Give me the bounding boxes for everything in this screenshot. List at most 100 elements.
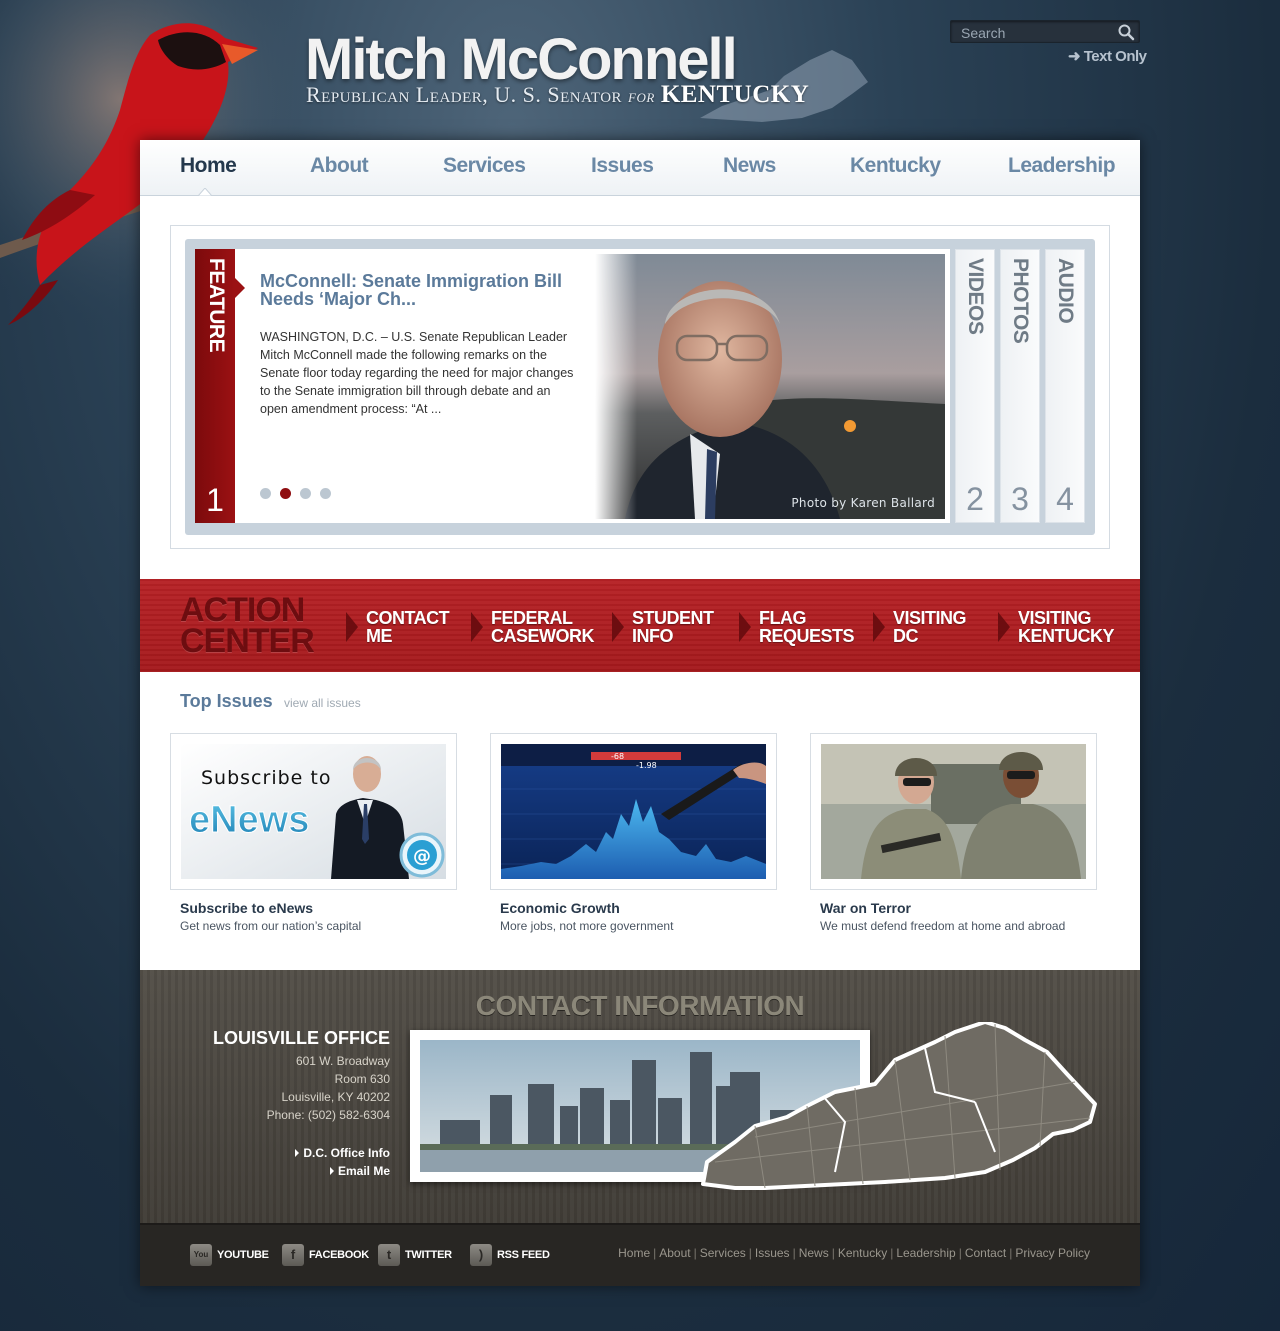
- footer-link-issues[interactable]: Issues: [755, 1246, 790, 1260]
- youtube-label: YOUTUBE: [217, 1249, 269, 1261]
- tab-videos[interactable]: VIDEOS 2: [955, 249, 995, 523]
- text-only-link[interactable]: ➜ Text Only: [1068, 47, 1147, 65]
- triangle-right-icon: [295, 1149, 300, 1157]
- slide-dot-3[interactable]: [300, 488, 311, 499]
- triangle-right-icon: [612, 612, 624, 642]
- nav-item-news[interactable]: News: [723, 154, 776, 178]
- facebook-label: FACEBOOK: [309, 1249, 369, 1261]
- action-link-line1: VISITING: [893, 608, 967, 628]
- feature-headline[interactable]: McConnell: Senate Immigration Bill Needs…: [260, 272, 580, 308]
- search-box: [950, 20, 1140, 43]
- tab-audio[interactable]: AUDIO 4: [1045, 249, 1085, 523]
- footer-link-contact[interactable]: Contact: [965, 1246, 1006, 1260]
- enews-image-line2: eNews: [189, 799, 309, 841]
- subtitle-for: for: [628, 86, 655, 107]
- arrow-right-icon: ➜: [1068, 48, 1084, 65]
- action-link-line1: CONTACT: [366, 608, 450, 628]
- separator: |: [792, 1246, 796, 1260]
- footer-link-about[interactable]: About: [659, 1246, 690, 1260]
- action-flag-requests[interactable]: FLAG REQUESTS: [759, 609, 855, 645]
- enews-image-line1: Subscribe to: [201, 767, 331, 789]
- action-link-line1: VISITING: [1018, 608, 1092, 628]
- issue-title-economic-growth[interactable]: Economic Growth: [500, 900, 620, 916]
- action-link-line2: INFO: [632, 626, 673, 646]
- nav-item-about[interactable]: About: [310, 154, 369, 178]
- footer-link-services[interactable]: Services: [700, 1246, 746, 1260]
- subtitle-state: KENTUCKY: [660, 81, 810, 108]
- tab-photos-number: 3: [1011, 481, 1029, 517]
- action-link-line2: ME: [366, 626, 393, 646]
- enews-image: Subscribe to eNews @: [181, 744, 446, 879]
- separator: |: [748, 1246, 752, 1260]
- tab-photos[interactable]: PHOTOS 3: [1000, 249, 1040, 523]
- footer-link-leadership[interactable]: Leadership: [896, 1246, 955, 1260]
- footer-link-news[interactable]: News: [799, 1246, 829, 1260]
- issue-title-war-on-terror[interactable]: War on Terror: [820, 900, 911, 916]
- action-link-line1: FEDERAL: [491, 608, 573, 628]
- slide-dot-1[interactable]: [260, 488, 271, 499]
- view-all-issues-link[interactable]: view all issues: [284, 696, 361, 710]
- rss-icon: ): [470, 1244, 492, 1266]
- action-contact-me[interactable]: CONTACT ME: [366, 608, 450, 646]
- slide-dot-2[interactable]: [280, 488, 291, 499]
- action-federal-casework[interactable]: FEDERAL CASEWORK: [491, 608, 595, 646]
- top-issues-heading: Top Issues: [180, 691, 273, 711]
- footer-link-kentucky[interactable]: Kentucky: [838, 1246, 887, 1260]
- feature-photo: Photo by Karen Ballard: [595, 254, 945, 519]
- issue-desc-enews: Get news from our nation’s capital: [180, 919, 362, 933]
- separator: |: [693, 1246, 697, 1260]
- issue-desc-economic-growth: More jobs, not more government: [500, 919, 674, 933]
- footer-links: Home | About | Services | Issues | News | Kentucky…: [618, 1246, 1090, 1260]
- nav-item-services[interactable]: Services: [443, 154, 526, 178]
- nav-item-leadership[interactable]: Leadership: [1008, 154, 1116, 178]
- action-visiting-dc[interactable]: VISITING DC: [893, 608, 967, 645]
- twitter-icon: t: [378, 1244, 400, 1266]
- action-link-line1: STUDENT: [632, 608, 714, 628]
- triangle-right-icon: [873, 612, 885, 642]
- action-student-info[interactable]: STUDENT INFO: [632, 609, 714, 645]
- issue-card-economic-growth[interactable]: -68 -1.98: [490, 733, 777, 890]
- active-nav-pointer-icon: [198, 188, 212, 196]
- office-address2: Room 630: [334, 1072, 390, 1086]
- separator: |: [1009, 1246, 1013, 1260]
- feature-summary: WASHINGTON, D.C. – U.S. Senate Republica…: [260, 330, 574, 416]
- main-nav: Home About Services Issues News Kentucky…: [140, 140, 1140, 196]
- facebook-icon: f: [282, 1244, 304, 1266]
- nav-item-issues[interactable]: Issues: [591, 154, 654, 178]
- triangle-right-icon: [329, 1167, 334, 1175]
- feature-ribbon-label: FEATURE: [205, 258, 228, 353]
- dc-office-info-link[interactable]: D.C. Office Info: [180, 1144, 390, 1162]
- issue-title-enews[interactable]: Subscribe to eNews: [180, 900, 313, 916]
- office-name: LOUISVILLE OFFICE: [212, 1028, 390, 1048]
- search-input[interactable]: [961, 24, 1111, 41]
- tab-audio-label: AUDIO: [1054, 258, 1077, 324]
- issue-desc-war-on-terror: We must defend freedom at home and abroa…: [820, 919, 1066, 933]
- slide-dot-4[interactable]: [320, 488, 331, 499]
- action-visiting-kentucky[interactable]: VISITING KENTUCKY: [1018, 608, 1115, 646]
- issue-card-enews[interactable]: Subscribe to eNews @: [170, 733, 457, 890]
- footer-link-home[interactable]: Home: [618, 1246, 650, 1260]
- dc-office-label: D.C. Office Info: [303, 1146, 390, 1160]
- issue-card-war-on-terror[interactable]: [810, 733, 1097, 890]
- nav-item-kentucky[interactable]: Kentucky: [850, 154, 941, 178]
- chart-tick-2: -1.98: [636, 761, 657, 770]
- contact-heading: CONTACT INFORMATION: [475, 990, 805, 1021]
- action-center: ACTION CENTER CONTACT ME FEDERAL CASEWOR…: [140, 579, 1140, 672]
- nav-item-home[interactable]: Home: [180, 154, 237, 178]
- office-address1: 601 W. Broadway: [295, 1054, 390, 1068]
- tab-videos-label: VIDEOS: [964, 258, 987, 335]
- main-card: Home About Services Issues News Kentucky…: [140, 140, 1140, 1286]
- action-title-line2: CENTER: [180, 622, 315, 660]
- office-city: Louisville, KY 40202: [281, 1090, 390, 1104]
- action-link-line2: KENTUCKY: [1018, 626, 1115, 646]
- action-center-title: ACTION CENTER: [180, 593, 315, 660]
- search-icon[interactable]: [1117, 23, 1135, 41]
- rss-feed-label: RSS FEED: [497, 1249, 550, 1261]
- feature-ribbon-number: 1: [206, 482, 224, 518]
- action-link-line2: CASEWORK: [491, 626, 595, 646]
- subtitle-prefix: Republican Leader, U. S. Senator: [306, 82, 623, 107]
- kentucky-county-map: [701, 1022, 1097, 1190]
- email-me-link[interactable]: Email Me: [180, 1162, 390, 1180]
- footer-link-privacy-policy[interactable]: Privacy Policy: [1015, 1246, 1090, 1260]
- contact-section: CONTACT INFORMATION LOUISVILLE OFFICE 60…: [140, 970, 1140, 1223]
